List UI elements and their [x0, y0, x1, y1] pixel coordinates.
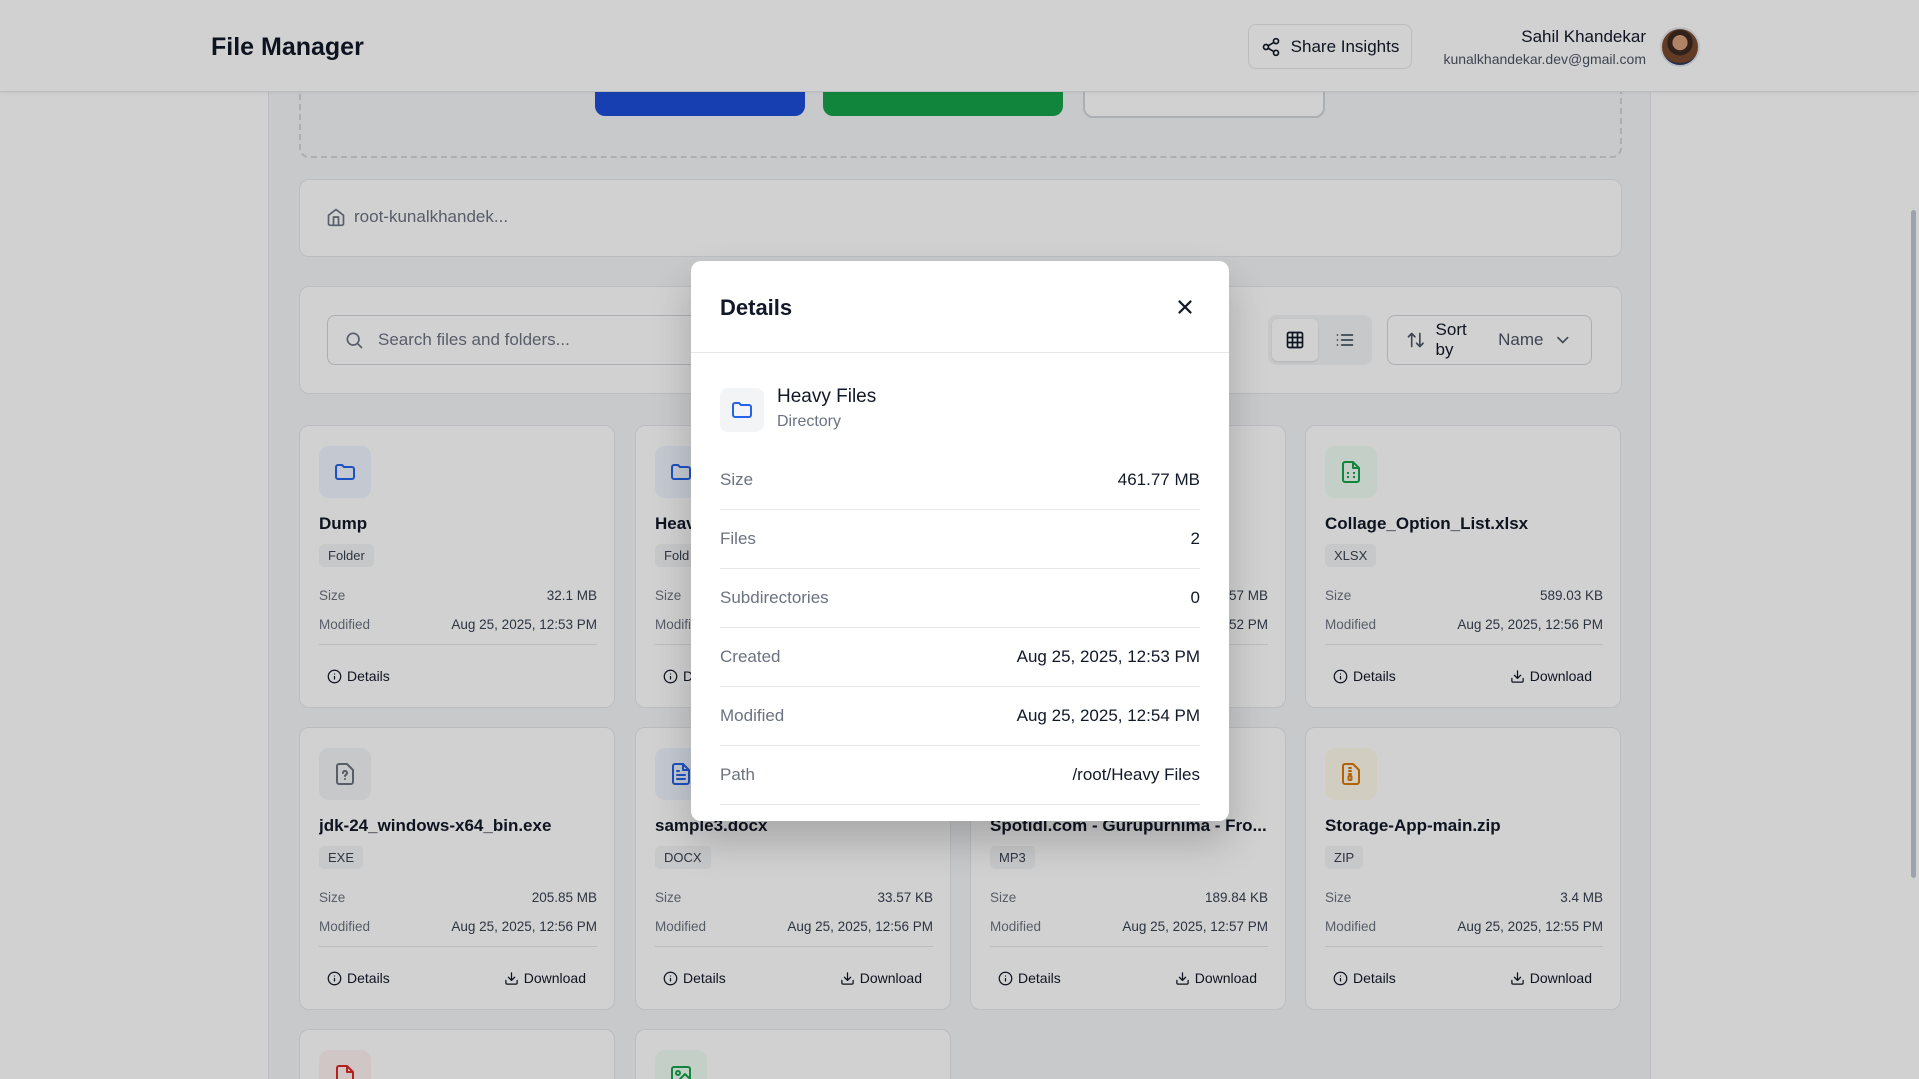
- item-type: Directory: [777, 413, 842, 430]
- detail-value: Aug 25, 2025, 12:53 PM: [1016, 647, 1200, 666]
- detail-row-subdirectories: Subdirectories 0: [720, 569, 1200, 628]
- detail-label: Size: [720, 470, 754, 489]
- close-icon: [1178, 300, 1192, 314]
- detail-value: Aug 25, 2025, 12:54 PM: [1016, 706, 1200, 725]
- folder-icon: [732, 402, 752, 418]
- detail-value: /root/Heavy Files: [1072, 765, 1200, 784]
- detail-label: Modified: [720, 706, 785, 725]
- details-modal: Details Heavy Files Directory Size 461.77…: [691, 261, 1229, 821]
- modal-title: Details: [720, 295, 793, 320]
- item-icon-box: [720, 388, 764, 432]
- detail-label: Path: [720, 765, 755, 784]
- detail-row-files: Files 2: [720, 510, 1200, 569]
- detail-row-path: Path/root/Heavy Files: [720, 746, 1200, 805]
- close-button[interactable]: [1171, 293, 1199, 321]
- detail-row-size: Size 461.77 MB: [720, 451, 1200, 510]
- detail-value: 461.77 MB: [1117, 470, 1200, 489]
- page-scrollbar[interactable]: [1911, 210, 1916, 878]
- detail-label: Files: [720, 529, 756, 548]
- detail-row-created: Created Aug 25, 2025, 12:53 PM: [720, 628, 1200, 687]
- modal-header: Details: [691, 261, 1229, 353]
- detail-label: Created: [720, 647, 781, 666]
- detail-value: 2: [1190, 529, 1200, 548]
- detail-label: Subdirectories: [720, 588, 829, 607]
- detail-row-modified: Modified Aug 25, 2025, 12:54 PM: [720, 687, 1200, 746]
- detail-value: 0: [1190, 588, 1200, 607]
- item-name: Heavy Files: [777, 386, 877, 407]
